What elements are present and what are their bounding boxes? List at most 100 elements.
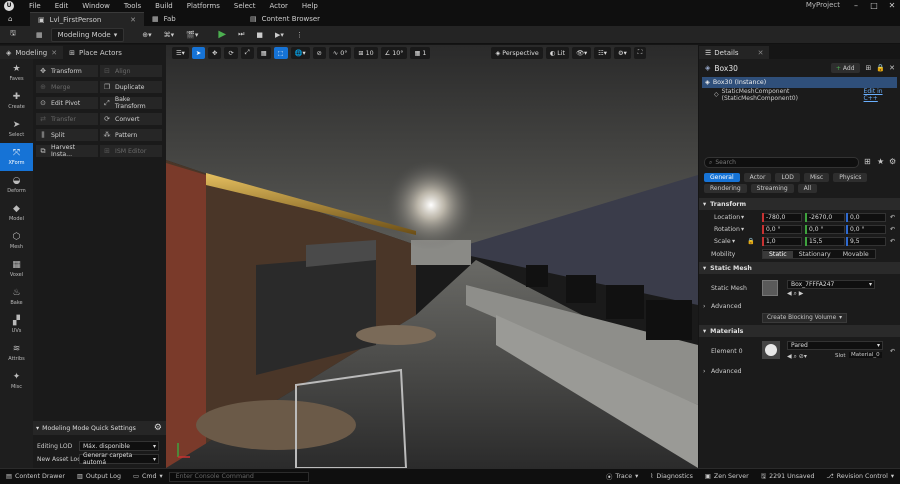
settings-icon[interactable]: ⚙▾ [613,47,631,59]
zen-server-button[interactable]: ▣ Zen Server [699,473,755,480]
chevron-down-icon[interactable]: ▾ [732,238,735,245]
tab-details[interactable]: ☰ Details ✕ [699,46,770,59]
tool-harvest-instances[interactable]: ⧉ Harvest Insta... [36,144,98,158]
static-mesh-section-header[interactable]: ▾ Static Mesh [699,262,900,274]
location-z[interactable]: 0,0 [846,212,886,222]
level-viewport[interactable]: ☰▾ ➤ ✥ ⟳ ⤢ ▦ ⬚ 🌐▾ ⊘ ∿ 0° ⊞ 10 ∠ 10° ▦ 1 ◈ Pe… [166,45,698,468]
menu-select[interactable]: Select [227,2,263,10]
rotation-x[interactable]: 0,0 ° [762,224,802,234]
mobility-movable[interactable]: Movable [837,251,875,258]
star-icon[interactable]: ★ [877,157,884,166]
category-uvs[interactable]: ▞ UVs [0,311,33,339]
browse-icons[interactable]: ◀ ⌕ ▶ [787,290,803,298]
materials-advanced[interactable]: › Advanced [699,365,900,377]
browse-icons[interactable]: ◀ ⌕ ⊘▾ [787,353,807,361]
view-mode-menu[interactable]: ◐ Lit [545,47,569,59]
location-x[interactable]: -780,0 [762,212,802,222]
performance-menu[interactable]: ☷▾ [594,47,611,59]
save-icon[interactable]: 🖫 [6,28,20,42]
menu-build[interactable]: Build [148,2,180,10]
revision-control-button[interactable]: ⎇ Revision Control ▾ [820,473,900,480]
filter-lod[interactable]: LOD [775,173,800,182]
lock-icon[interactable]: 🔒 [747,237,755,245]
material-picker[interactable]: Pared ▾ [787,341,883,350]
tab-close-icon[interactable]: ✕ [130,16,136,24]
coordinate-space-icon[interactable]: 🌐▾ [290,47,310,59]
static-mesh-advanced[interactable]: › Advanced [699,300,900,312]
filter-general[interactable]: General [704,173,740,182]
slot-value[interactable]: Material_0 [849,352,882,358]
diagnostics-button[interactable]: ⌇ Diagnostics [644,473,699,480]
snap-surface-icon[interactable]: ⬚ [273,47,288,59]
editing-lod-select[interactable]: Máx. disponible ▾ [79,441,159,451]
angle-snap[interactable]: ∠ 10° [380,47,408,59]
category-select[interactable]: ➤ Select [0,115,33,143]
settings-icon[interactable]: ⚙ [889,157,896,166]
mode-selector[interactable]: Modeling Mode ▾ [50,27,125,42]
camera-speed[interactable]: ▦ 1 [410,47,431,59]
filter-all[interactable]: All [797,184,818,193]
reset-icon[interactable]: ↶ [890,214,895,221]
rotation-snap[interactable]: ∿ 0° [328,47,352,59]
create-blocking-volume-button[interactable]: Create Blocking Volume ▾ [762,313,848,323]
platforms-button[interactable]: ⋮ [292,28,307,42]
tab-close-icon[interactable]: ✕ [51,49,57,57]
tab-modeling[interactable]: ◈ Modeling ✕ [0,46,64,59]
cinematics-button[interactable]: 🎬▾ [182,28,202,42]
scale-y[interactable]: 15,5 [805,236,845,246]
tool-edit-pivot[interactable]: ⊙ Edit Pivot [36,97,98,109]
content-drawer-button[interactable]: ▤ Content Drawer [0,473,71,480]
surface-snap-toggle[interactable]: ⊘ [312,47,326,59]
multi-icon[interactable]: ▦ [256,47,271,59]
edit-cpp-link[interactable]: Edit in C++ [864,88,897,102]
asset-location-select[interactable]: Generar carpeta automá ▾ [79,452,159,466]
lock-icon[interactable]: 🔒 [876,64,885,72]
tool-align[interactable]: ⊟ Align [100,65,162,77]
details-search-input[interactable]: ⌕ Search [704,157,859,168]
location-y[interactable]: -2670,0 [805,212,845,222]
transform-section-header[interactable]: ▾ Transform [699,198,900,210]
translate-icon[interactable]: ✥ [208,47,222,59]
menu-edit[interactable]: Edit [48,2,76,10]
blueprint-button[interactable]: ⌘▾ [160,28,179,42]
console-input[interactable]: Enter Console Command [168,471,309,482]
unsaved-button[interactable]: 🖫 2291 Unsaved [755,471,821,482]
play-icon[interactable]: ▶ [214,28,230,42]
material-thumbnail[interactable] [762,341,780,359]
mesh-thumbnail[interactable] [762,280,778,296]
perspective-menu[interactable]: ◈ Perspective [491,47,543,59]
filter-streaming[interactable]: Streaming [750,184,794,193]
rotation-y[interactable]: 0,0 ° [805,224,845,234]
reset-icon[interactable]: ↶ [890,238,895,245]
add-component-button[interactable]: + Add [830,63,860,73]
category-create[interactable]: ✚ Create [0,87,33,115]
menu-tools[interactable]: Tools [117,2,148,10]
mobility-stationary[interactable]: Stationary [793,251,837,258]
category-attribs[interactable]: ≋ Attribs [0,339,33,367]
chevron-down-icon[interactable]: ▾ [741,214,744,221]
tab-level[interactable]: ▣ Lvl_FirstPerson ✕ [30,12,144,26]
quick-settings-header[interactable]: ▾ Modeling Mode Quick Settings ⚙ [33,421,166,435]
instance-row[interactable]: ◈ Box30 (Instance) [702,77,897,88]
category-deform[interactable]: ◒ Deform [0,171,33,199]
scale-icon[interactable]: ⤢ [240,47,254,59]
grid-icon[interactable]: ⊞ [866,64,872,72]
minimize-button[interactable]: – [848,0,864,11]
trace-button[interactable]: ⦿ Trace ▾ [600,472,644,481]
tool-ism-editor[interactable]: ⊞ ISM Editor [100,145,162,157]
filter-rendering[interactable]: Rendering [704,184,747,193]
reset-icon[interactable]: ↶ [890,348,895,355]
menu-platforms[interactable]: Platforms [180,2,227,10]
tab-content-browser[interactable]: ▤ Content Browser [242,12,328,26]
category-faves[interactable]: ★ Faves [0,59,33,87]
cmd-selector[interactable]: ▭ Cmd ▾ [127,473,169,480]
chevron-down-icon[interactable]: ▾ [741,226,744,233]
tab-close-icon[interactable]: ✕ [758,49,764,57]
home-icon[interactable]: ⌂ [0,12,30,26]
rotate-icon[interactable]: ⟳ [224,47,238,59]
add-actor-button[interactable]: ⊕▾ [138,28,155,42]
tool-transform[interactable]: ✥ Transform [36,65,98,77]
reset-icon[interactable]: ↶ [890,226,895,233]
category-mesh[interactable]: ⬡ Mesh [0,227,33,255]
maximize-button[interactable]: □ [866,0,882,11]
